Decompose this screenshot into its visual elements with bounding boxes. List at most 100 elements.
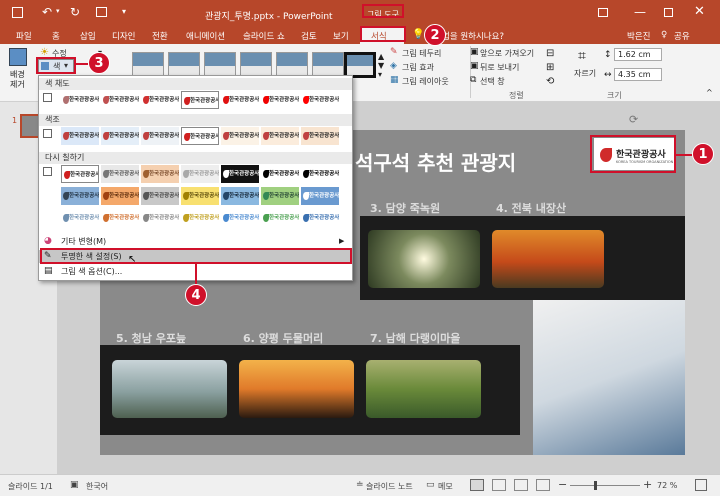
saturation-swatch-4-selected[interactable]: 한국관광공사 <box>181 91 219 109</box>
tab-view[interactable]: 보기 <box>333 30 349 42</box>
saturation-swatch-2[interactable]: 한국관광공사 <box>101 91 139 109</box>
normal-view-icon[interactable] <box>470 479 484 491</box>
recolor-swatch-10[interactable]: 한국관광공사 <box>141 187 179 205</box>
tone-swatch-2[interactable]: 한국관광공사 <box>101 127 139 145</box>
recolor-swatch-1-selected[interactable]: 한국관광공사 <box>61 165 99 183</box>
tab-home[interactable]: 홈 <box>52 30 60 42</box>
photo-dumulmeori <box>239 360 354 418</box>
recolor-swatch-18[interactable]: 한국관광공사 <box>181 209 219 227</box>
comments-icon: ▭ <box>426 480 435 490</box>
more-variations-item[interactable]: 기타 변형(M) <box>39 235 352 248</box>
undo-dropdown-icon[interactable]: ▾ <box>56 7 60 15</box>
height-icon: ↕ <box>604 50 612 60</box>
share-button[interactable]: 공유 <box>674 30 690 42</box>
recolor-swatch-21[interactable]: 한국관광공사 <box>301 209 339 227</box>
maximize-icon[interactable] <box>664 8 673 17</box>
spellcheck-icon[interactable]: ▣ <box>70 480 79 490</box>
recolor-swatch-13[interactable]: 한국관광공사 <box>261 187 299 205</box>
reading-view-icon[interactable] <box>514 479 528 491</box>
submenu-arrow-icon: ▶ <box>339 237 345 245</box>
recolor-swatch-4[interactable]: 한국관광공사 <box>181 165 219 183</box>
save-icon[interactable] <box>12 7 23 18</box>
tone-swatch-7[interactable]: 한국관광공사 <box>301 127 339 145</box>
selection-pane-icon: ⧉ <box>470 75 477 85</box>
width-input[interactable]: 4.35 cm <box>614 68 662 81</box>
saturation-swatch-3[interactable]: 한국관광공사 <box>141 91 179 109</box>
zoom-slider[interactable] <box>570 481 640 490</box>
saturation-swatch-7[interactable]: 한국관광공사 <box>301 91 339 109</box>
selection-pane-button[interactable]: 선택 창 <box>480 76 505 87</box>
recolor-swatch-19[interactable]: 한국관광공사 <box>221 209 259 227</box>
close-icon[interactable]: ✕ <box>694 4 705 19</box>
bring-forward-button[interactable]: 앞으로 가져오기 <box>480 48 534 59</box>
title-bar: ↶ ▾ ↻ ▾ 관광지_투명.pptx - PowerPoint 그림 도구 —… <box>0 0 720 28</box>
tab-file[interactable]: 파일 <box>16 30 32 42</box>
tab-review[interactable]: 검토 <box>301 30 317 42</box>
fit-slide-icon[interactable] <box>695 479 707 491</box>
tab-design[interactable]: 디자인 <box>112 30 135 42</box>
user-name[interactable]: 박은진 <box>627 30 650 42</box>
tab-animations[interactable]: 애니메이션 <box>186 30 225 42</box>
tell-me-input[interactable]: 업을 원하시나요? <box>442 30 504 42</box>
slide-sorter-icon[interactable] <box>492 479 506 491</box>
zoom-slider-thumb[interactable] <box>594 481 597 490</box>
recolor-swatch-11[interactable]: 한국관광공사 <box>181 187 219 205</box>
comments-button[interactable]: 메모 <box>438 481 453 492</box>
remove-background-button[interactable]: 배경 제거 <box>6 46 32 96</box>
picture-effects-button[interactable]: 그림 효과 <box>402 62 434 73</box>
gallery-scroll-icon[interactable]: ▲ ▼ ▾ <box>378 52 384 79</box>
photo-upo-wetland <box>112 360 227 418</box>
collapse-ribbon-icon[interactable]: ^ <box>706 88 713 97</box>
redo-icon[interactable]: ↻ <box>70 5 80 19</box>
tab-transitions[interactable]: 전환 <box>152 30 168 42</box>
align-icon[interactable]: ⊟ <box>546 48 554 59</box>
undo-icon[interactable]: ↶ <box>42 5 52 19</box>
customize-qat-icon[interactable]: ▾ <box>122 7 126 16</box>
recolor-swatch-17[interactable]: 한국관광공사 <box>141 209 179 227</box>
recolor-swatch-12[interactable]: 한국관광공사 <box>221 187 259 205</box>
recolor-swatch-9[interactable]: 한국관광공사 <box>101 187 139 205</box>
zoom-in-icon[interactable]: + <box>643 478 652 491</box>
picture-border-button[interactable]: 그림 테두리 <box>402 48 441 59</box>
slideshow-icon[interactable] <box>96 7 107 17</box>
tone-swatch-3[interactable]: 한국관광공사 <box>141 127 179 145</box>
recolor-swatch-20[interactable]: 한국관광공사 <box>261 209 299 227</box>
zoom-out-icon[interactable]: − <box>558 478 567 491</box>
recolor-swatch-6[interactable]: 한국관광공사 <box>261 165 299 183</box>
saturation-swatch-5[interactable]: 한국관광공사 <box>221 91 259 109</box>
language-indicator[interactable]: 한국어 <box>86 481 108 492</box>
callout-line-3 <box>76 63 88 65</box>
recolor-swatch-15[interactable]: 한국관광공사 <box>61 209 99 227</box>
group-icon[interactable]: ⊞ <box>546 62 554 73</box>
recolor-mini-icon <box>43 167 52 176</box>
share-icon[interactable]: ♀ <box>661 30 667 40</box>
tab-slideshow[interactable]: 슬라이드 쇼 <box>243 30 285 42</box>
rotate-icon[interactable]: ⟲ <box>546 76 554 87</box>
recolor-swatch-14[interactable]: 한국관광공사 <box>301 187 339 205</box>
saturation-swatch-1[interactable]: 한국관광공사 <box>61 91 99 109</box>
minimize-icon[interactable]: — <box>634 5 646 19</box>
recolor-swatch-5[interactable]: 한국관광공사 <box>221 165 259 183</box>
send-backward-button[interactable]: 뒤로 보내기 <box>480 62 519 73</box>
picture-layout-button[interactable]: 그림 레이아웃 <box>402 76 449 87</box>
tone-swatch-4-selected[interactable]: 한국관광공사 <box>181 127 219 145</box>
tone-swatch-1[interactable]: 한국관광공사 <box>61 127 99 145</box>
recolor-swatch-16[interactable]: 한국관광공사 <box>101 209 139 227</box>
notes-button[interactable]: 슬라이드 노트 <box>366 481 413 492</box>
height-input[interactable]: 1.62 cm <box>614 48 662 61</box>
recolor-swatch-3[interactable]: 한국관광공사 <box>141 165 179 183</box>
recolor-swatch-2[interactable]: 한국관광공사 <box>101 165 139 183</box>
status-bar: 슬라이드 1/1 ▣ 한국어 ≐ 슬라이드 노트 ▭ 메모 − + 72 % <box>0 474 720 496</box>
rotation-handle-icon[interactable]: ⟳ <box>629 113 638 126</box>
saturation-swatch-6[interactable]: 한국관광공사 <box>261 91 299 109</box>
recolor-swatch-8[interactable]: 한국관광공사 <box>61 187 99 205</box>
tone-swatch-6[interactable]: 한국관광공사 <box>261 127 299 145</box>
slideshow-view-icon[interactable] <box>536 479 550 491</box>
ribbon-display-icon[interactable] <box>598 8 608 17</box>
zoom-level[interactable]: 72 % <box>657 481 677 490</box>
tone-swatch-5[interactable]: 한국관광공사 <box>221 127 259 145</box>
photo-photographer <box>533 300 685 455</box>
recolor-swatch-7[interactable]: 한국관광공사 <box>301 165 339 183</box>
crop-button[interactable]: 자르기 <box>574 68 596 79</box>
tab-insert[interactable]: 삽입 <box>80 30 96 42</box>
